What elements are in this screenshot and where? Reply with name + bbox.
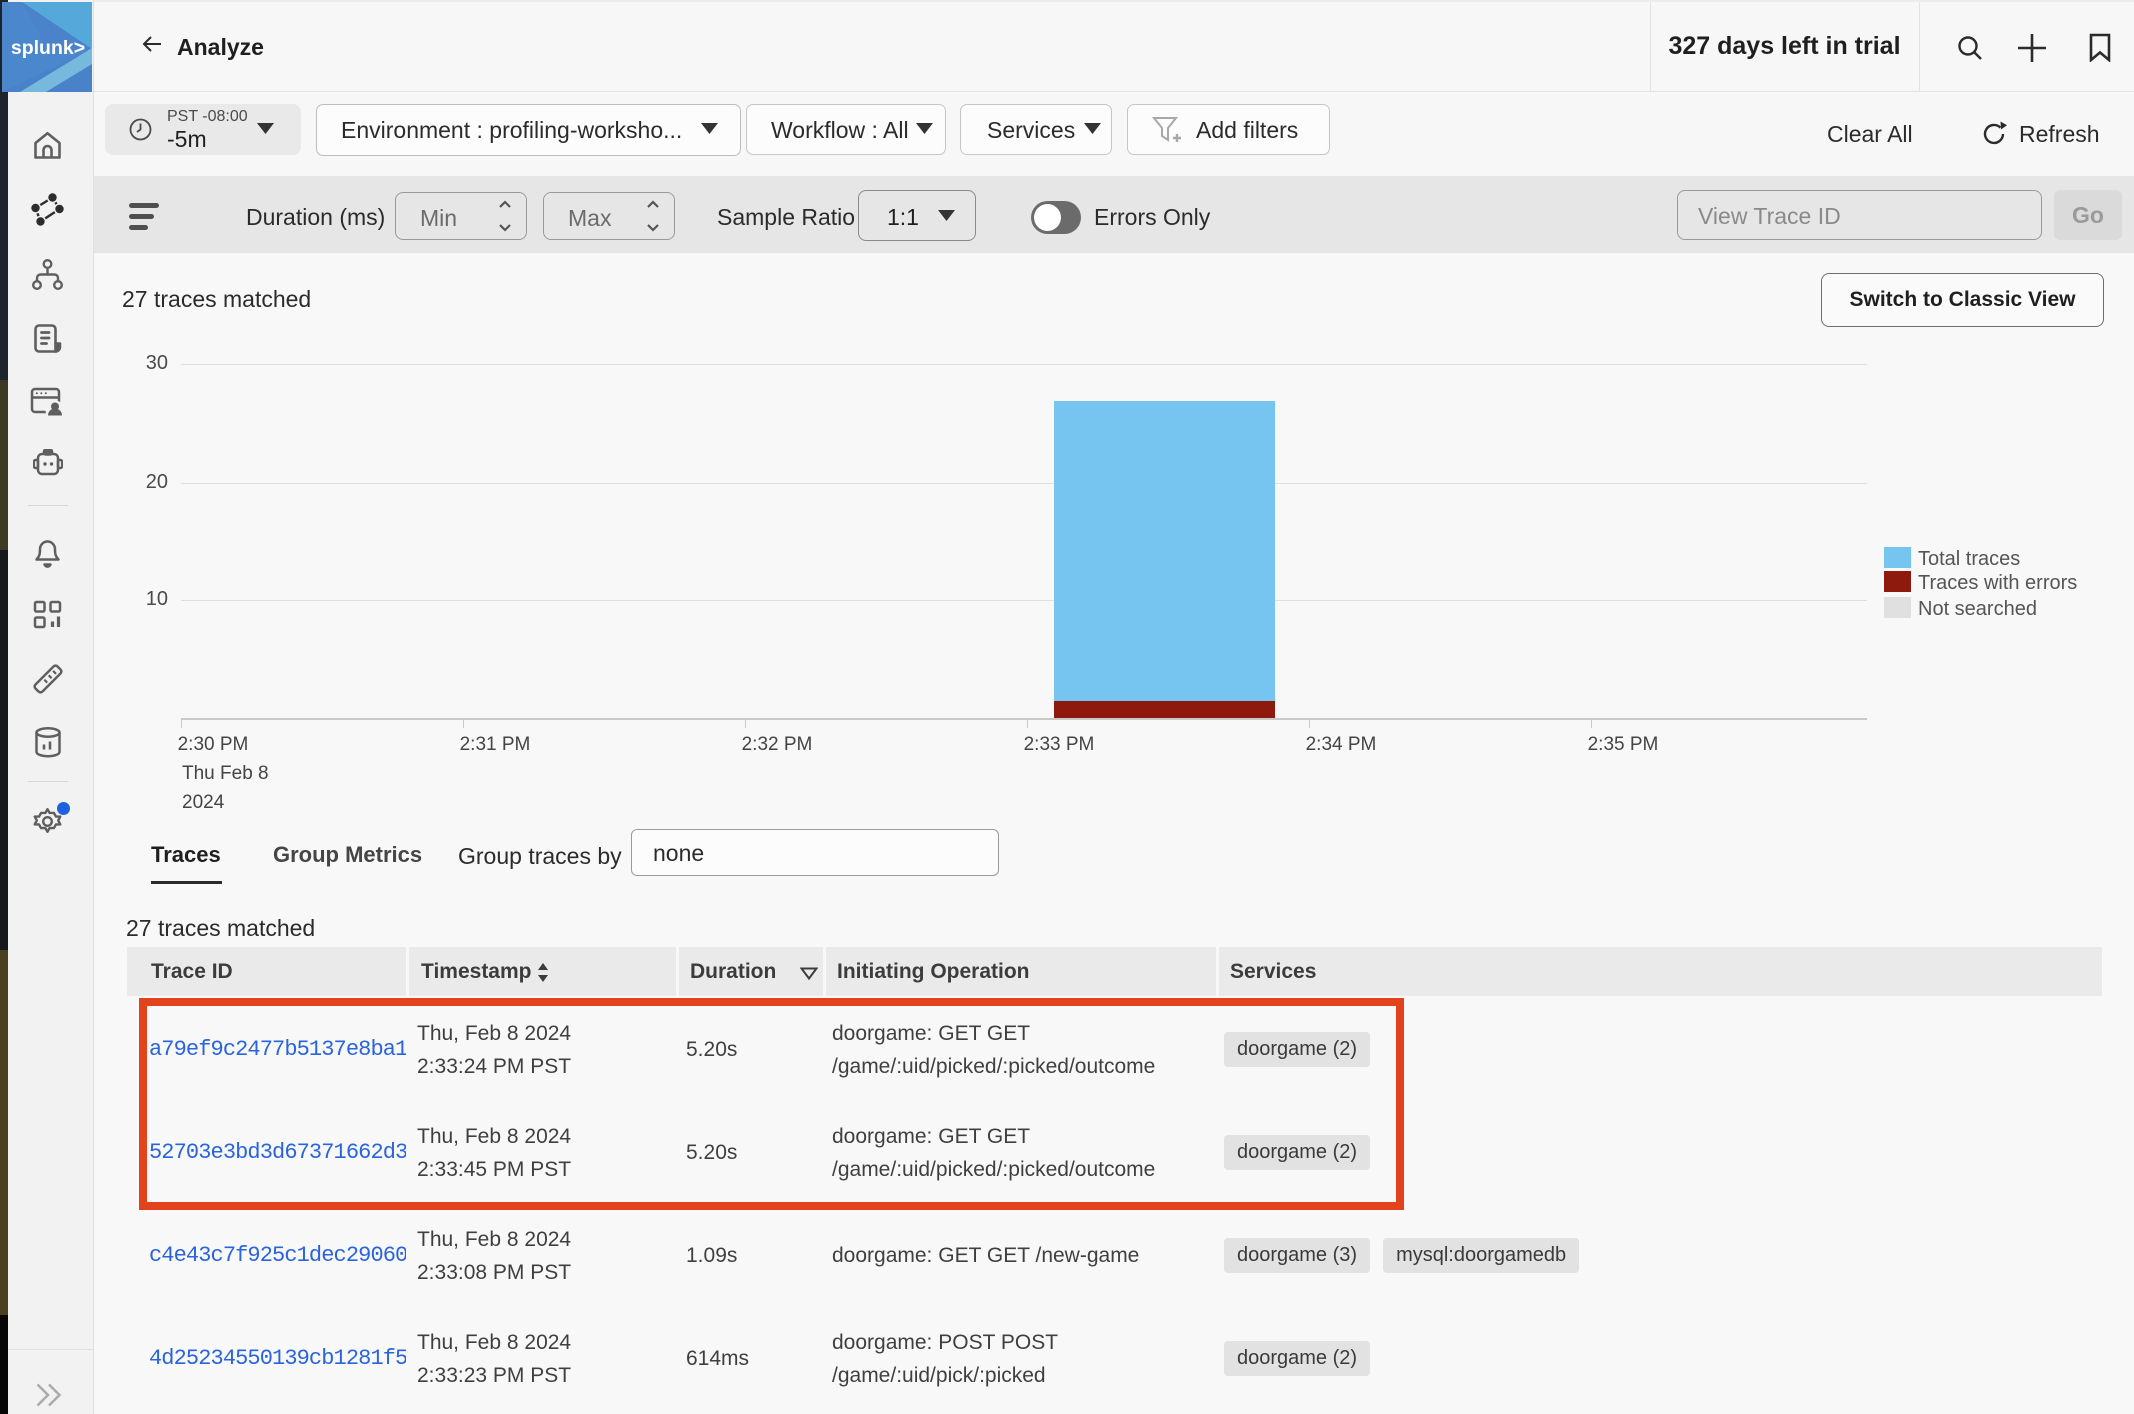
svg-text:splunk>: splunk> — [11, 37, 85, 59]
